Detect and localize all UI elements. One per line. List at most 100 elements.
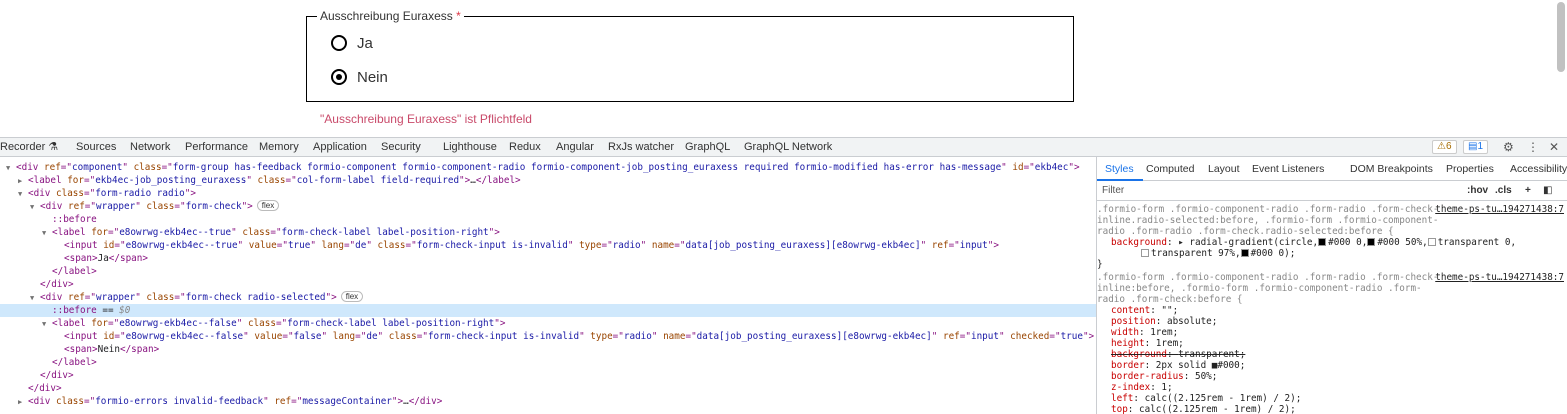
node-token: name — [651, 240, 675, 251]
tab-event-listeners[interactable]: Event Listeners — [1252, 163, 1324, 175]
dom-node[interactable]: ▼ <div ref="wrapper" class="form-check"> f… — [0, 200, 280, 213]
node-token: "> — [391, 396, 404, 407]
add-rule-icon[interactable]: + — [1525, 185, 1531, 196]
rule-declaration-top[interactable]: top: calc((2.125rem - 1rem) / 2); — [1097, 404, 1567, 414]
dom-node[interactable]: ▼ <div class="form-radio radio"> — [0, 187, 196, 200]
dom-node[interactable]: </label> — [0, 356, 97, 369]
dom-node[interactable]: <input id="e8owrwg-ekb4ec--false" value=… — [0, 330, 1094, 343]
rule-declaration-height[interactable]: height: 1rem; — [1097, 338, 1567, 349]
tab-recorder[interactable]: Recorder ⚗ — [0, 140, 58, 154]
tab-graphql[interactable]: GraphQL — [685, 140, 730, 154]
tab-dom-breakpoints[interactable]: DOM Breakpoints — [1350, 163, 1433, 175]
radio-option-nein[interactable]: Nein — [331, 67, 388, 87]
rule-declaration-position[interactable]: position: absolute; — [1097, 316, 1567, 327]
tab-angular[interactable]: Angular — [556, 140, 594, 154]
rule-source-link[interactable]: theme-ps-tu…194271438:7 — [1435, 272, 1564, 283]
elements-panel[interactable]: ▼ <div ref="component" class="form-group … — [0, 157, 1097, 414]
tab-layout[interactable]: Layout — [1208, 163, 1240, 175]
node-token: class — [242, 227, 271, 238]
rule-declaration-z-index[interactable]: z-index: 1; — [1097, 382, 1567, 393]
dom-node[interactable]: ▼ <label for="e8owrwg-ekb4ec--false" clas… — [0, 317, 505, 330]
rule-source-link[interactable]: theme-ps-tu…194271438:7 — [1435, 204, 1564, 215]
node-token: =" — [674, 240, 686, 251]
color-swatch[interactable] — [1240, 249, 1249, 257]
warnings-badge[interactable]: ⚠6 — [1432, 140, 1457, 154]
tab-lighthouse[interactable]: Lighthouse — [443, 140, 497, 154]
decl-colon: : — [1150, 305, 1162, 316]
dom-node[interactable]: </div> — [0, 369, 74, 382]
node-token: =" — [685, 331, 697, 342]
styles-filter-input[interactable]: Filter — [1102, 185, 1124, 196]
dom-node[interactable]: <input id="e8owrwg-ekb4ec--true" value="… — [0, 239, 999, 252]
flex-badge[interactable]: flex — [256, 200, 280, 211]
hov-button[interactable]: :hov — [1467, 185, 1488, 196]
node-token: " — [236, 318, 248, 329]
decl-prop: z-index — [1111, 382, 1151, 393]
sidebar-toggle-icon[interactable]: ◧ — [1543, 185, 1552, 196]
dom-node[interactable]: ::before — [0, 213, 97, 226]
page-scrollbar[interactable] — [1557, 2, 1565, 72]
tab-rxjs-watcher[interactable]: RxJs watcher — [608, 140, 674, 154]
tab-application[interactable]: Application — [313, 140, 367, 154]
radio-label-ja[interactable]: Ja — [357, 35, 373, 52]
rule-declaration-border[interactable]: border: 2px solid ■#000; — [1097, 360, 1567, 371]
node-token: input — [970, 331, 999, 342]
radio-option-ja[interactable]: Ja — [331, 33, 373, 53]
color-swatch[interactable] — [1141, 249, 1149, 257]
rule-declaration-background[interactable]: background: ▸ radial-gradient(circle, #00… — [1097, 237, 1567, 248]
rule-declaration-content[interactable]: content: ""; — [1097, 305, 1567, 316]
rule-declaration-left[interactable]: left: calc((2.125rem - 1rem) / 2); — [1097, 393, 1567, 404]
tab-network[interactable]: Network — [130, 140, 170, 154]
tab-computed[interactable]: Computed — [1146, 163, 1194, 175]
color-swatch[interactable] — [1367, 238, 1376, 246]
tab-redux[interactable]: Redux — [509, 140, 541, 154]
dom-node[interactable]: ▶ <div class="formio-errors invalid-feedb… — [0, 395, 442, 408]
tab-memory[interactable]: Memory — [259, 140, 299, 154]
gear-icon[interactable]: ⚙ — [1503, 140, 1514, 154]
dom-node[interactable]: ▼ <label for="e8owrwg-ekb4ec--true" class… — [0, 226, 500, 239]
style-rule-selected[interactable]: .formio-form .formio-component-radio .fo… — [1097, 204, 1567, 270]
flex-badge[interactable]: flex — [340, 291, 364, 302]
rule-declaration-border-radius[interactable]: border-radius: 50%; — [1097, 371, 1567, 382]
node-token: form-check-label label-position-right — [287, 318, 495, 329]
node-token: for — [91, 318, 108, 329]
radio-fieldset: Ausschreibung Euraxess * Ja Nein — [306, 8, 1074, 102]
radio-label-nein[interactable]: Nein — [357, 69, 388, 86]
dom-node[interactable]: <span>Ja</span> — [0, 252, 148, 265]
node-token: id — [1012, 162, 1024, 173]
tab-properties[interactable]: Properties — [1446, 163, 1494, 175]
radio-button-nein[interactable] — [331, 69, 347, 85]
dom-node[interactable]: </div> — [0, 278, 74, 291]
kebab-icon[interactable]: ⋮ — [1527, 140, 1539, 154]
rule-declaration-background[interactable]: background: transparent; — [1097, 349, 1567, 360]
dom-node[interactable]: ▼ <div ref="component" class="form-group … — [0, 161, 1080, 174]
messages-badge[interactable]: ▤1 — [1463, 140, 1489, 154]
tab-accessibility[interactable]: Accessibility — [1510, 163, 1567, 175]
node-token: == — [96, 305, 120, 316]
color-swatch[interactable] — [1318, 238, 1327, 246]
tab-security[interactable]: Security — [381, 140, 421, 154]
color-swatch[interactable] — [1427, 238, 1436, 246]
rule-declaration-width[interactable]: width: 1rem; — [1097, 327, 1567, 338]
node-token: de — [366, 331, 378, 342]
dom-node-selected[interactable]: ::before == $0 — [0, 304, 1096, 317]
decl-colon: : — [1127, 404, 1139, 414]
node-token: =" — [416, 331, 428, 342]
radio-button-ja[interactable] — [331, 35, 347, 51]
tab-performance[interactable]: Performance — [185, 140, 248, 154]
node-token: =" — [107, 318, 120, 329]
tab-styles[interactable]: Styles — [1105, 163, 1134, 175]
tab-sources[interactable]: Sources — [76, 140, 116, 154]
dom-node[interactable]: ▶ <label for="ekb4ec-job_posting_euraxess… — [0, 174, 521, 187]
style-rule-before[interactable]: .formio-form .formio-component-radio .fo… — [1097, 272, 1567, 414]
tab-graphql-network[interactable]: GraphQL Network — [744, 140, 832, 154]
dom-node[interactable]: </div> — [0, 382, 62, 395]
dom-node[interactable]: </label> — [0, 265, 97, 278]
node-token: id — [103, 331, 115, 342]
dom-node[interactable]: <span>Nein</span> — [0, 343, 159, 356]
cls-button[interactable]: .cls — [1495, 185, 1512, 196]
expand-triangle-icon[interactable]: ▶ — [18, 396, 28, 409]
close-icon[interactable]: ✕ — [1549, 140, 1559, 154]
decl-colon: : — [1133, 393, 1145, 404]
dom-node[interactable]: ▼ <div ref="wrapper" class="form-check ra… — [0, 291, 364, 304]
